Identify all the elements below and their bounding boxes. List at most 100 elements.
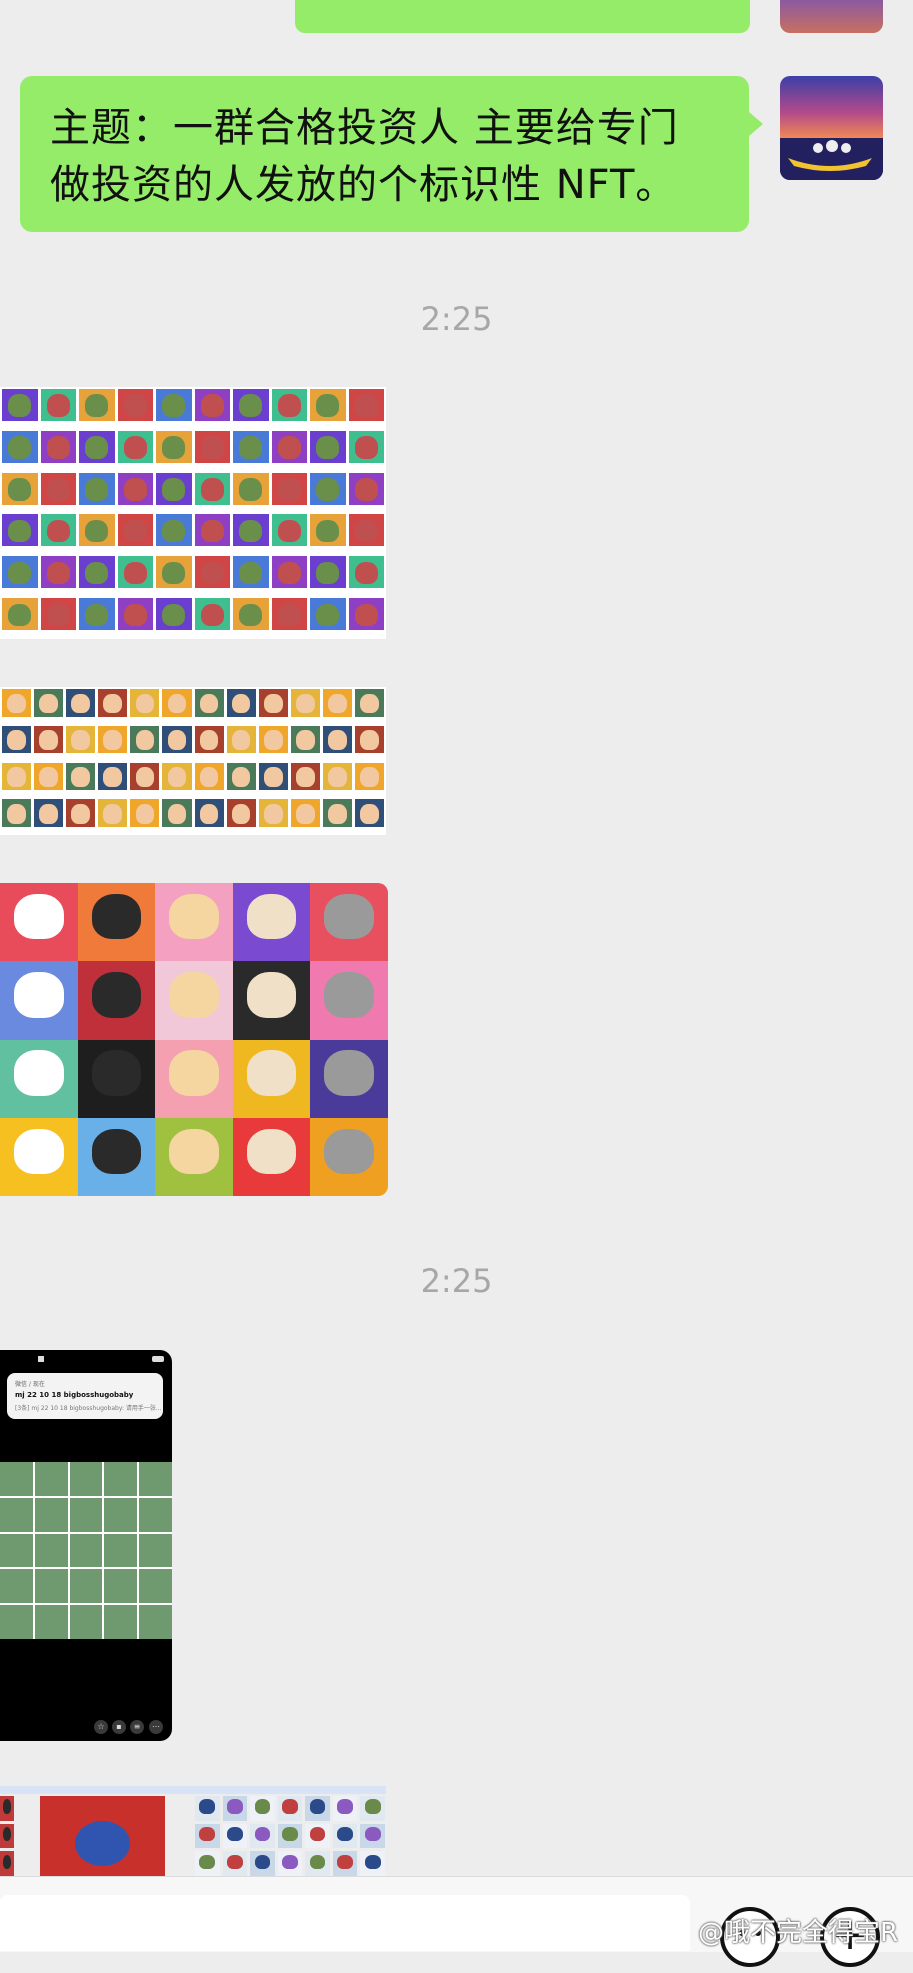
thumbnail-tile: [2, 689, 32, 723]
thumbnail-tile: [40, 430, 76, 470]
thumbnail-tile: [310, 430, 346, 470]
thumbnail-tile: [34, 762, 64, 797]
screenshot-image-grid: [0, 1462, 172, 1639]
thumbnail-tile: [155, 1039, 233, 1118]
notification-app: 微信 / 现在: [15, 1381, 45, 1388]
user-avatar[interactable]: [780, 76, 883, 180]
thumbnail-tile: [271, 472, 307, 512]
thumbnail-tile: [232, 1039, 311, 1118]
thumbnail-tile: [40, 514, 76, 554]
bubble-tail: [749, 112, 763, 136]
thumbnail-tile: [194, 799, 224, 833]
text-message-bubble[interactable]: 主题：一群合格投资人 主要给专门做投资的人发放的个标识性 NFT。: [20, 76, 749, 232]
status-icon: [38, 1356, 44, 1362]
thumbnail-tile: [250, 1851, 275, 1876]
thumbnail-tile: [348, 389, 384, 428]
image-message-portrait-grid[interactable]: [0, 687, 386, 835]
thumbnail-tile: [233, 556, 269, 596]
thumbnail-tile: [117, 556, 153, 596]
thumbnail-tile: [98, 762, 128, 797]
thumbnail-tile: [155, 961, 233, 1040]
thumbnail-tile: [156, 598, 192, 637]
thumbnail-tile: [117, 514, 153, 554]
thumbnail-tile: [310, 514, 346, 554]
thumbnail-tile: [77, 1117, 156, 1196]
thumbnail-tile: [156, 472, 192, 512]
thumbnail-tile: [162, 689, 192, 723]
thumbnail-tile: [360, 1796, 385, 1821]
thumbnail-tile: [271, 430, 307, 470]
thumbnail-tile: [250, 1796, 275, 1821]
previous-message-bubble[interactable]: [295, 0, 750, 33]
previous-avatar[interactable]: [780, 0, 883, 33]
thumbnail-tile: [77, 883, 156, 962]
thumbnail-tile: [348, 514, 384, 554]
thumbnail-tile: [290, 762, 320, 797]
thumbnail-tile: [233, 389, 269, 428]
thumbnail-tile: [2, 472, 38, 512]
thumbnail-tile: [79, 389, 115, 428]
thumbnail-tile: [271, 598, 307, 637]
thumbnail-tile: [130, 689, 160, 723]
thumbnail-tile: [258, 725, 288, 760]
thumbnail-tile: [277, 1796, 303, 1821]
thumbnail-tile: [66, 799, 96, 833]
thumbnail-tile: [155, 1117, 233, 1196]
thumbnail-tile: [2, 598, 38, 637]
thumbnail-tile: [232, 961, 311, 1040]
image-message-phone-screenshot[interactable]: 微信 / 现在 mj 22 10 18 bigbosshugobaby [3条]…: [0, 1350, 172, 1741]
thumbnail-tile: [305, 1796, 330, 1821]
thumbnail-tile: [250, 1823, 275, 1849]
message-text: 主题：一群合格投资人 主要给专门做投资的人发放的个标识性 NFT。: [50, 105, 679, 208]
thumbnail-tile: [258, 762, 288, 797]
thumbnail-tile: [162, 762, 192, 797]
thumbnail-tile: [233, 430, 269, 470]
thumbnail-tile: [79, 472, 115, 512]
thumbnail-tile: [222, 1796, 248, 1821]
message-input[interactable]: [0, 1895, 690, 1951]
thumbnail-tile: [310, 598, 346, 637]
thumbnail-tile: [310, 1039, 388, 1118]
thumbnail-tile: [305, 1851, 330, 1876]
thumbnail-tile: [130, 725, 160, 760]
notification-card: 微信 / 现在 mj 22 10 18 bigbosshugobaby [3条]…: [7, 1373, 163, 1419]
thumbnail-tile: [277, 1823, 303, 1849]
thumbnail-tile: [194, 762, 224, 797]
thumbnail-tile: [195, 1823, 220, 1849]
thumbnail-tile: [348, 472, 384, 512]
thumbnail-tile: [226, 799, 256, 833]
thumbnail-tile: [332, 1796, 358, 1821]
image-message-cat-characters[interactable]: [0, 883, 388, 1196]
robot-artwork: [40, 1796, 165, 1876]
thumbnail-tile: [194, 556, 230, 596]
thumbnail-tile: [194, 430, 230, 470]
thumbnail-tile: [194, 725, 224, 760]
thumbnail-tile: [258, 799, 288, 833]
thumbnail-tile: [195, 1796, 220, 1821]
thumbnail-tile: [310, 389, 346, 428]
thumbnail-tile: [2, 514, 38, 554]
thumbnail-tile: [348, 556, 384, 596]
thumbnail-tile: [34, 689, 64, 723]
thumbnail-tile: [40, 598, 76, 637]
thumbnail-tile: [117, 598, 153, 637]
thumbnail-tile: [2, 430, 38, 470]
thumbnail-tile: [233, 598, 269, 637]
thumbnail-tile: [310, 961, 388, 1040]
thumbnail-tile: [290, 725, 320, 760]
thumbnail-tile: [322, 762, 352, 797]
thumbnail-tile: [0, 1796, 14, 1821]
thumbnail-tile: [277, 1851, 303, 1876]
thumbnail-tile: [155, 883, 233, 962]
thumbnail-tile: [322, 689, 352, 723]
thumbnail-tile: [232, 883, 311, 962]
thumbnail-tile: [354, 762, 384, 797]
thumbnail-tile: [195, 1851, 220, 1876]
image-message-nft-grid-1[interactable]: [0, 387, 386, 639]
thumbnail-tile: [290, 689, 320, 723]
thumbnail-tile: [117, 430, 153, 470]
thumbnail-tile: [354, 725, 384, 760]
thumbnail-tile: [98, 689, 128, 723]
thumbnail-tile: [271, 514, 307, 554]
image-message-desktop-screenshot[interactable]: [0, 1786, 386, 1876]
